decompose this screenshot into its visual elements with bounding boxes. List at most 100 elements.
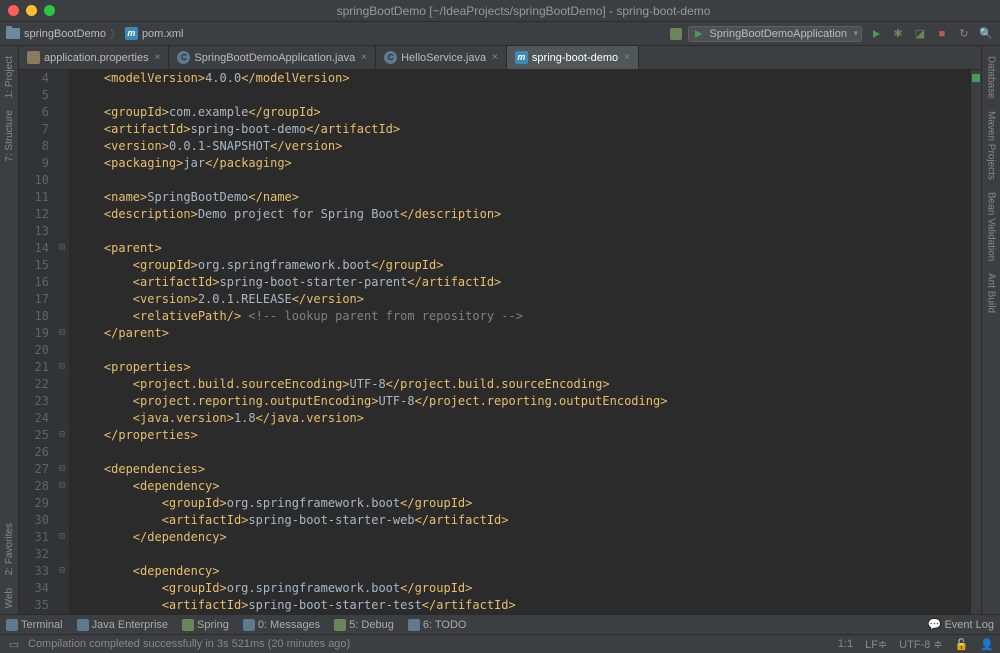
vertical-scrollbar[interactable] [971, 70, 981, 614]
line-number[interactable]: 9 [19, 155, 49, 172]
update-button[interactable]: ↻ [956, 26, 972, 42]
tab-props[interactable]: application.properties× [19, 46, 169, 69]
close-icon[interactable]: × [624, 52, 630, 63]
code-line[interactable] [75, 444, 971, 461]
tool-window-antbuild[interactable]: Ant Build [986, 267, 997, 319]
line-number[interactable]: 32 [19, 546, 49, 563]
line-number[interactable]: 23 [19, 393, 49, 410]
code-line[interactable]: <properties> [75, 359, 971, 376]
fold-toggle-icon[interactable]: ⊟ [59, 329, 67, 337]
line-number[interactable]: 6 [19, 104, 49, 121]
code-line[interactable] [75, 223, 971, 240]
line-number[interactable]: 34 [19, 580, 49, 597]
file-encoding[interactable]: UTF-8 ≑ [899, 638, 942, 651]
tool-window-javaee[interactable]: Java Enterprise [77, 619, 168, 631]
line-number[interactable]: 35 [19, 597, 49, 614]
code-line[interactable]: <version>2.0.1.RELEASE</version> [75, 291, 971, 308]
code-line[interactable]: <groupId>org.springframework.boot</group… [75, 580, 971, 597]
code-line[interactable]: <java.version>1.8</java.version> [75, 410, 971, 427]
line-number-gutter[interactable]: 4567891011121314151617181920212223242526… [19, 70, 57, 614]
run-button[interactable] [868, 26, 884, 42]
fold-toggle-icon[interactable]: ⊟ [59, 533, 67, 541]
code-line[interactable]: <groupId>org.springframework.boot</group… [75, 495, 971, 512]
breadcrumb-project[interactable]: springBootDemo [24, 28, 106, 40]
code-line[interactable]: <parent> [75, 240, 971, 257]
tool-window-web[interactable]: Web [4, 582, 15, 614]
tool-window-database[interactable]: Database [986, 50, 997, 105]
line-number[interactable]: 16 [19, 274, 49, 291]
code-line[interactable]: <project.build.sourceEncoding>UTF-8</pro… [75, 376, 971, 393]
tool-window-todo[interactable]: 6: TODO [408, 619, 467, 631]
code-line[interactable]: <project.reporting.outputEncoding>UTF-8<… [75, 393, 971, 410]
line-number[interactable]: 11 [19, 189, 49, 206]
code-line[interactable]: <dependency> [75, 478, 971, 495]
code-line[interactable]: <artifactId>spring-boot-starter-web</art… [75, 512, 971, 529]
tab-pom[interactable]: mspring-boot-demo× [507, 46, 639, 69]
code-line[interactable] [75, 172, 971, 189]
code-line[interactable] [75, 342, 971, 359]
code-line[interactable] [75, 87, 971, 104]
tool-window-structure[interactable]: 7: Structure [4, 104, 15, 168]
code-line[interactable]: <artifactId>spring-boot-starter-test</ar… [75, 597, 971, 614]
lock-icon[interactable]: 🔓 [955, 638, 969, 651]
tool-windows-icon[interactable]: ▭ [6, 636, 22, 652]
editor-body[interactable]: 4567891011121314151617181920212223242526… [19, 70, 981, 614]
tool-window-eventlog[interactable]: 💬Event Log [928, 618, 994, 631]
line-number[interactable]: 7 [19, 121, 49, 138]
line-number[interactable]: 13 [19, 223, 49, 240]
code-line[interactable]: </parent> [75, 325, 971, 342]
line-number[interactable]: 22 [19, 376, 49, 393]
run-config-selector[interactable]: SpringBootDemoApplication [688, 26, 862, 42]
line-number[interactable]: 30 [19, 512, 49, 529]
code-line[interactable]: <version>0.0.1-SNAPSHOT</version> [75, 138, 971, 155]
breadcrumb[interactable]: springBootDemo 〉 m pom.xml [6, 26, 184, 42]
code-line[interactable]: <dependencies> [75, 461, 971, 478]
fold-toggle-icon[interactable]: ⊟ [59, 482, 67, 490]
line-number[interactable]: 12 [19, 206, 49, 223]
tab-hello[interactable]: CHelloService.java× [376, 46, 507, 69]
tool-window-messages[interactable]: 0: Messages [243, 619, 320, 631]
fold-toggle-icon[interactable]: ⊟ [59, 244, 67, 252]
line-separator[interactable]: LF≑ [865, 638, 887, 651]
line-number[interactable]: 25 [19, 427, 49, 444]
tool-window-debug[interactable]: 5: Debug [334, 619, 394, 631]
code-line[interactable]: <name>SpringBootDemo</name> [75, 189, 971, 206]
code-line[interactable]: <artifactId>spring-boot-starter-parent</… [75, 274, 971, 291]
close-icon[interactable]: × [361, 52, 367, 63]
close-icon[interactable]: × [492, 52, 498, 63]
breadcrumb-file[interactable]: pom.xml [142, 28, 184, 40]
fold-toggle-icon[interactable]: ⊟ [59, 567, 67, 575]
caret-position[interactable]: 1:1 [838, 638, 853, 651]
line-number[interactable]: 33 [19, 563, 49, 580]
line-number[interactable]: 8 [19, 138, 49, 155]
close-icon[interactable]: × [155, 52, 161, 63]
debug-button[interactable]: ✱ [890, 26, 906, 42]
code-line[interactable]: </properties> [75, 427, 971, 444]
tool-window-project[interactable]: 1: Project [4, 50, 15, 104]
line-number[interactable]: 29 [19, 495, 49, 512]
tool-window-beanval[interactable]: Bean Validation [986, 186, 997, 267]
fold-gutter[interactable]: ⊟⊟⊟⊟⊟⊟⊟⊟⊟⊟⊟⊟⊟⊟⊟⊟ [57, 70, 69, 614]
code-line[interactable]: <groupId>com.example</groupId> [75, 104, 971, 121]
code-line[interactable]: <modelVersion>4.0.0</modelVersion> [75, 70, 971, 87]
line-number[interactable]: 21 [19, 359, 49, 376]
maximize-icon[interactable] [44, 5, 55, 16]
line-number[interactable]: 10 [19, 172, 49, 189]
line-number[interactable]: 17 [19, 291, 49, 308]
line-number[interactable]: 24 [19, 410, 49, 427]
line-number[interactable]: 5 [19, 87, 49, 104]
fold-toggle-icon[interactable]: ⊟ [59, 363, 67, 371]
code-line[interactable]: <dependency> [75, 563, 971, 580]
minimize-icon[interactable] [26, 5, 37, 16]
line-number[interactable]: 15 [19, 257, 49, 274]
fold-toggle-icon[interactable]: ⊟ [59, 431, 67, 439]
coverage-button[interactable]: ◪ [912, 26, 928, 42]
line-number[interactable]: 27 [19, 461, 49, 478]
line-number[interactable]: 26 [19, 444, 49, 461]
tool-window-favorites[interactable]: 2: Favorites [4, 517, 15, 581]
line-number[interactable]: 4 [19, 70, 49, 87]
line-number[interactable]: 28 [19, 478, 49, 495]
tool-window-spring[interactable]: Spring [182, 619, 229, 631]
code-area[interactable]: <modelVersion>4.0.0</modelVersion> <grou… [69, 70, 971, 614]
close-icon[interactable] [8, 5, 19, 16]
